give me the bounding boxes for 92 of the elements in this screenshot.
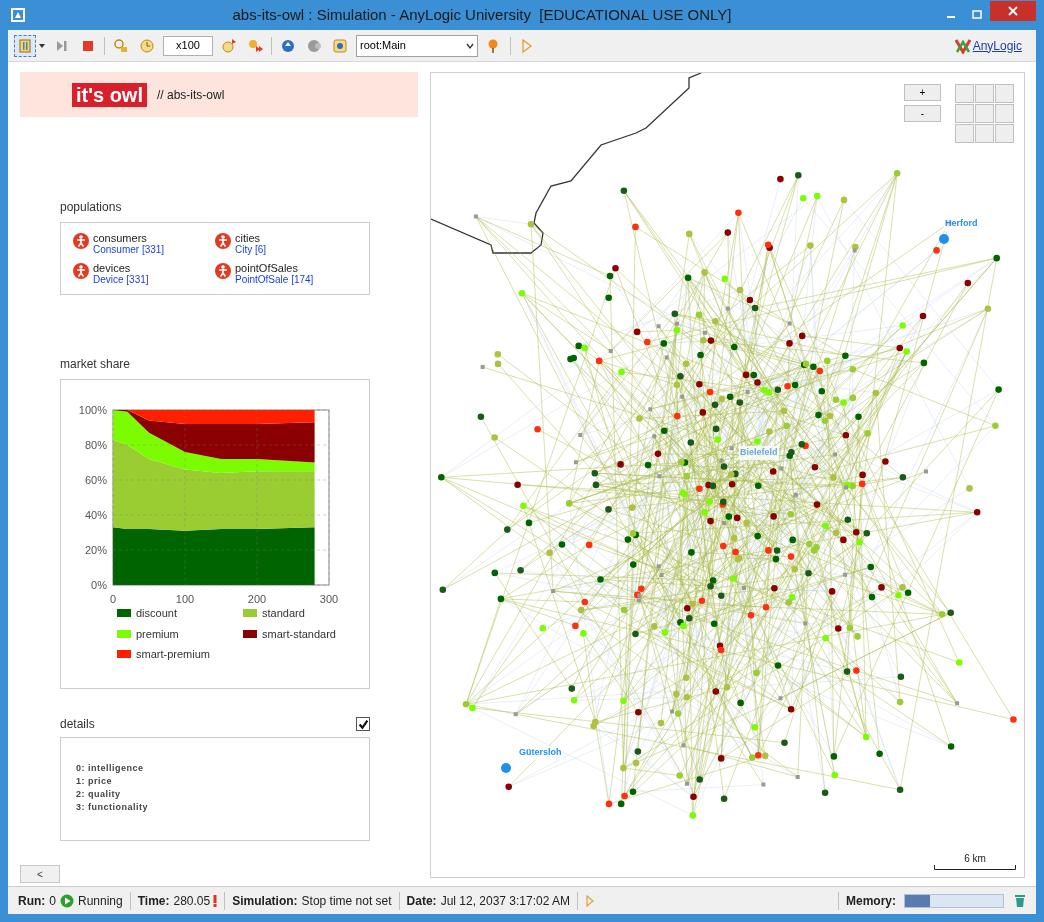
city-label: Bielefeld	[739, 446, 779, 460]
zoom-in-button[interactable]: +	[904, 84, 941, 101]
app-icon	[10, 7, 26, 23]
pan-button[interactable]	[995, 84, 1014, 103]
y-tick-label: 0%	[91, 579, 107, 591]
y-tick-label: 20%	[84, 544, 107, 556]
time-value: 280.05	[173, 892, 211, 910]
pan-button[interactable]	[995, 104, 1014, 123]
maximize-icon	[972, 10, 982, 20]
city-label: Herford	[944, 217, 979, 231]
y-tick-label: 80%	[84, 439, 107, 451]
zoom-out-button[interactable]: -	[904, 105, 941, 122]
legend-label: smart-standard	[262, 626, 336, 642]
detail-line: 3: functionality	[76, 801, 149, 814]
agent-icon	[215, 263, 231, 279]
play-icon[interactable]	[585, 894, 596, 907]
detail-line: 2: quality	[76, 788, 122, 801]
legend-label: smart-premium	[136, 647, 210, 662]
collapse-button[interactable]: <	[20, 865, 60, 883]
status-label: Date:	[406, 892, 437, 910]
scale-label: 6 km	[964, 853, 986, 865]
agent-icon	[73, 233, 89, 249]
logo-icon	[954, 37, 971, 54]
legend-label: premium	[136, 626, 179, 642]
status-label: Time:	[137, 892, 170, 910]
y-tick-label: 60%	[84, 474, 107, 486]
population-name: devices	[93, 263, 132, 274]
pan-button[interactable]	[955, 104, 974, 123]
status-label: Simulation:	[232, 892, 298, 910]
legend-swatch	[243, 629, 257, 638]
section-title: market share	[60, 356, 132, 373]
pan-button[interactable]	[975, 84, 994, 103]
legend-swatch	[117, 650, 131, 659]
chevron-icon	[466, 41, 474, 50]
y-tick-label: 40%	[84, 509, 107, 521]
header-caption: // abs-its-owl	[157, 86, 225, 104]
legend-label: discount	[136, 606, 177, 621]
legend-swatch	[117, 629, 131, 638]
pause-button[interactable]	[14, 34, 36, 57]
trash-icon[interactable]	[1014, 893, 1026, 908]
window-title: abs-its-owl : Simulation - AnyLogic University [EDUCATIONAL USE ONLY]	[232, 6, 732, 23]
date-value: Jul 12, 2037 3:17:02 AM	[440, 892, 571, 910]
detail-line: 1: price	[76, 775, 113, 788]
section-title: details	[60, 716, 95, 733]
speed-field: x100	[163, 35, 213, 56]
pan-button[interactable]	[955, 124, 974, 143]
population-link[interactable]: PointOfSale [174]	[235, 274, 314, 285]
x-tick-label: 300	[319, 593, 339, 605]
root-icon	[332, 37, 348, 54]
legend-swatch	[243, 609, 257, 618]
experiment-dropdown[interactable]: root:Main	[356, 34, 478, 57]
warning-icon	[213, 894, 218, 907]
city-label: Gütersloh	[518, 746, 563, 760]
checkbox[interactable]	[356, 717, 370, 731]
realtime-icon	[247, 37, 263, 54]
population-link[interactable]: Device [331]	[93, 274, 149, 285]
population-name: consumers	[93, 233, 148, 244]
population-name: cities	[235, 233, 262, 244]
population-name: pointOfSales	[235, 263, 298, 274]
x-tick-label: 0	[109, 593, 117, 605]
x-tick-label: 200	[247, 593, 267, 605]
legend-swatch	[117, 609, 131, 618]
status-label: Run:	[18, 892, 46, 910]
close-icon	[1008, 6, 1018, 16]
population-link[interactable]: City [6]	[235, 244, 267, 255]
caret-icon[interactable]	[38, 41, 46, 50]
detail-line: 0: intelligence	[76, 762, 145, 775]
agent-icon	[215, 233, 231, 249]
status-label: Memory:	[846, 892, 896, 910]
camera-icon	[306, 37, 322, 54]
population-link[interactable]: Consumer [331]	[93, 244, 165, 255]
anylogic-link[interactable]: AnyLogic	[972, 36, 1022, 55]
slower-icon	[113, 37, 129, 54]
run-number: 0	[49, 892, 56, 910]
x-tick-label: 100	[175, 593, 195, 605]
run-state: Running	[78, 892, 123, 910]
agent-icon	[73, 263, 89, 279]
logo-text: it's owl	[72, 82, 147, 107]
pause-icon	[18, 38, 32, 53]
navigate-icon	[280, 37, 296, 54]
pan-button[interactable]	[995, 124, 1014, 143]
pan-button[interactable]	[955, 84, 974, 103]
close-button[interactable]	[990, 1, 1036, 21]
pan-button[interactable]	[975, 124, 994, 143]
running-icon	[60, 893, 74, 908]
y-tick-label: 100%	[78, 404, 107, 416]
faster-icon	[221, 37, 237, 54]
section-title: populations	[60, 199, 123, 216]
simulation-value: Stop time not set	[301, 892, 392, 910]
clock-icon	[139, 37, 155, 54]
pan-button[interactable]	[975, 104, 994, 123]
legend-label: standard	[262, 606, 305, 621]
